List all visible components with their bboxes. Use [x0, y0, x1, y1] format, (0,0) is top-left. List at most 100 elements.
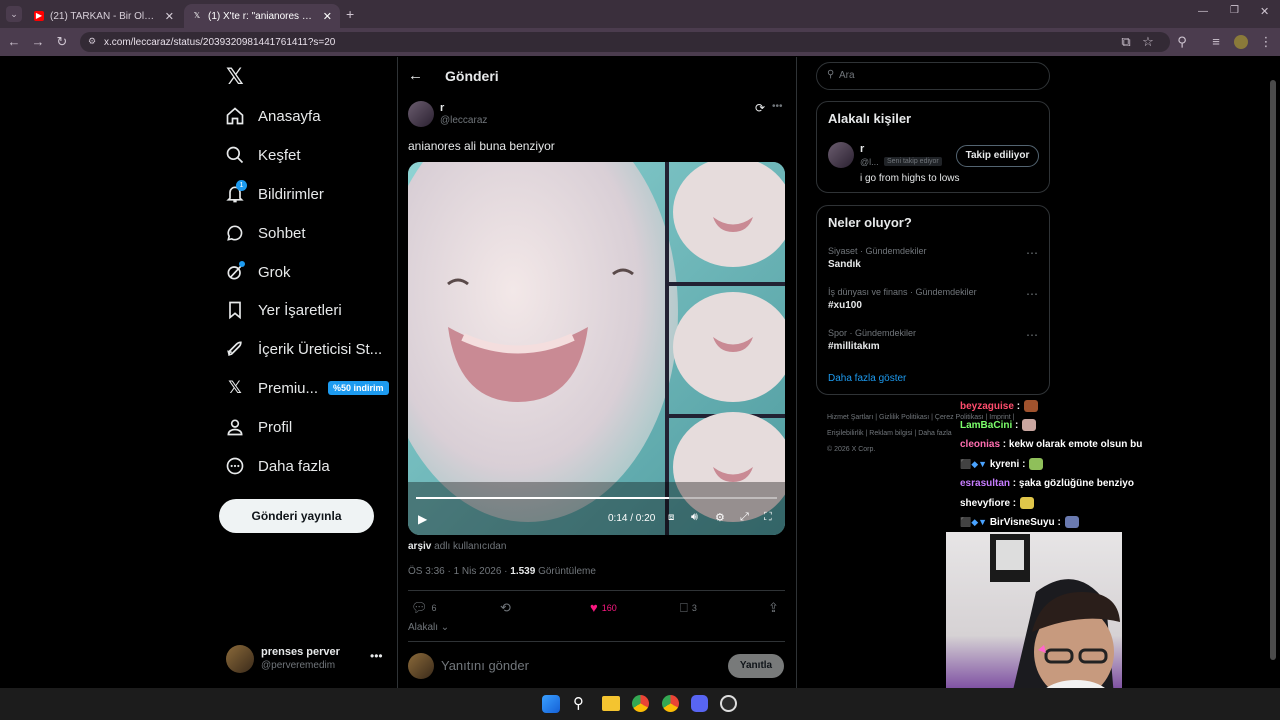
bookmark-star-icon[interactable]: ☆	[1140, 34, 1156, 50]
share-button[interactable]: ⇪	[768, 600, 783, 616]
back-icon[interactable]: ←	[6, 34, 22, 50]
trend-item[interactable]: Spor · Gündemdekiler #millitakım ⋯	[828, 328, 1043, 358]
nav-grok[interactable]: Grok	[224, 256, 291, 288]
post-more-icon[interactable]: •••	[772, 101, 783, 112]
nav-chat[interactable]: Sohbet	[224, 217, 306, 249]
pip-icon[interactable]: ⤢	[740, 511, 749, 524]
extensions-icon[interactable]: ⚲	[1174, 34, 1190, 50]
tab-x[interactable]: 𝕏 (1) X'te r: "anianores ali buna benziy…	[184, 4, 340, 28]
start-icon[interactable]	[542, 695, 560, 713]
menu-icon[interactable]: ⋮	[1258, 34, 1274, 50]
tab-youtube[interactable]: ▶ (21) TARKAN - Bir Oluruz Yolun ✕	[26, 4, 182, 28]
chat-user: esrasultan	[960, 477, 1011, 489]
nav-notifications[interactable]: 1 Bildirimler	[224, 178, 324, 210]
discord-icon[interactable]	[691, 695, 708, 712]
reply-submit-button[interactable]: Yanıtla	[728, 654, 784, 678]
minimize-icon[interactable]: —	[1198, 6, 1208, 17]
author-name[interactable]: r	[440, 102, 444, 114]
account-name: prenses perver	[261, 646, 340, 658]
show-more-link[interactable]: Daha fazla göster	[828, 373, 906, 384]
close-icon[interactable]: ✕	[323, 10, 332, 23]
trend-more-icon[interactable]: ⋯	[1026, 328, 1038, 342]
restore-icon[interactable]: ❐	[1230, 5, 1239, 16]
video-progress-track[interactable]	[416, 497, 777, 499]
obs-icon[interactable]	[720, 695, 737, 712]
following-button[interactable]: Takip ediliyor	[956, 145, 1039, 167]
post-button[interactable]: Gönderi yayınla	[219, 499, 374, 533]
nav-label: Yer İşaretleri	[258, 301, 342, 319]
grok-explain-icon[interactable]: ⟳	[755, 101, 765, 115]
badge-icon: ⬛◆▼	[960, 516, 988, 527]
trend-item[interactable]: İş dünyası ve finans · Gündemdekiler #xu…	[828, 287, 1043, 317]
profile-avatar[interactable]	[1234, 35, 1248, 49]
tab-search-button[interactable]: ⌄	[6, 6, 22, 22]
page-scrollbar[interactable]	[1270, 70, 1278, 670]
volume-icon[interactable]: 🔊︎	[691, 511, 698, 524]
footer-link[interactable]: Erişilebilirlik	[827, 430, 864, 437]
back-arrow-icon[interactable]: ←	[408, 67, 423, 84]
author-handle[interactable]: @leccaraz	[440, 115, 487, 126]
account-switcher[interactable]: prenses perver @perveremedim •••	[226, 643, 386, 675]
reply-count: 6	[431, 603, 437, 613]
like-button[interactable]: ♥ 160	[590, 600, 617, 615]
nav-more[interactable]: Daha fazla	[224, 450, 330, 482]
window-close-icon[interactable]: ✕	[1260, 5, 1269, 18]
nav-home[interactable]: Anasayfa	[224, 100, 321, 132]
play-icon[interactable]: ▶	[418, 512, 427, 526]
chat-message: shevyfiore :	[960, 494, 1035, 512]
media-controls-icon[interactable]: ≡	[1208, 34, 1224, 50]
scrollbar-thumb[interactable]	[1270, 80, 1276, 660]
fullscreen-icon[interactable]: ⛶	[764, 511, 772, 524]
nav-profile[interactable]: Profil	[224, 411, 292, 443]
column-divider	[796, 57, 797, 720]
install-icon[interactable]: ⧉	[1118, 34, 1134, 50]
nav-creator-studio[interactable]: İçerik Üreticisi St...	[224, 333, 382, 365]
more-dots-icon[interactable]: •••	[370, 649, 383, 663]
footer-link[interactable]: Reklam bilgisi	[869, 430, 912, 437]
settings-icon[interactable]: ⚙	[715, 511, 725, 524]
reload-icon[interactable]: ↻	[54, 34, 70, 50]
follows-you-badge: Seni takip ediyor	[884, 157, 942, 166]
captions-icon[interactable]: ⧈	[668, 512, 674, 523]
page-title: Gönderi	[445, 68, 499, 84]
relevance-dropdown[interactable]: Alakalı ⌄	[408, 622, 449, 633]
site-info-icon[interactable]: ⚙	[88, 36, 96, 47]
post-video[interactable]: ▶ 0:14 / 0:20 ⧈ 🔊︎ ⚙ ⤢ ⛶	[408, 162, 785, 535]
taskbar-search-icon[interactable]: ⚲	[573, 694, 584, 712]
reply-button[interactable]: 💬︎ 6	[411, 600, 437, 616]
nav-explore[interactable]: Keşfet	[224, 139, 301, 171]
x-icon: 𝕏	[193, 11, 201, 20]
trend-more-icon[interactable]: ⋯	[1026, 246, 1038, 260]
trend-meta: Spor · Gündemdekiler	[828, 328, 917, 338]
chrome-profile-icon[interactable]	[662, 695, 679, 712]
views-label: Görüntüleme	[538, 566, 596, 577]
related-avatar[interactable]	[828, 142, 854, 168]
video-time: 0:14 / 0:20	[608, 513, 656, 524]
forward-icon[interactable]: →	[30, 34, 46, 50]
related-name[interactable]: r	[860, 143, 864, 155]
emote-icon	[1029, 458, 1044, 470]
x-logo[interactable]: 𝕏	[226, 64, 244, 90]
search-box[interactable]: ⚲ Ara	[816, 62, 1050, 90]
close-icon[interactable]: ✕	[165, 10, 174, 23]
footer-link[interactable]: Daha fazla	[918, 430, 951, 437]
trend-item[interactable]: Siyaset · Gündemdekiler Sandık ⋯	[828, 246, 1043, 276]
chat-text: şaka gözlüğüne benziyo	[1018, 477, 1134, 489]
source-user[interactable]: arşiv	[408, 541, 431, 552]
footer-link[interactable]: Hizmet Şartları	[827, 414, 873, 421]
author-avatar[interactable]	[408, 101, 434, 127]
file-explorer-icon[interactable]	[602, 696, 620, 711]
chrome-icon[interactable]	[632, 695, 649, 712]
nav-premium[interactable]: 𝕏 Premiu... %50 indirim	[224, 372, 389, 404]
nav-bookmarks[interactable]: Yer İşaretleri	[224, 294, 342, 326]
chat-message: esrasultan : şaka gözlüğüne benziyo	[960, 477, 1134, 489]
address-bar[interactable]: ⚙ x.com/leccaraz/status/2039320981441761…	[80, 32, 1170, 52]
footer-link[interactable]: Gizlilik Politikası	[879, 414, 929, 421]
bookmark-button[interactable]: ⎕ 3	[680, 600, 697, 616]
repost-button[interactable]: ⟲	[500, 600, 515, 616]
new-tab-button[interactable]: +	[346, 6, 354, 22]
post-timestamp[interactable]: ÖS 3:36 · 1 Nis 2026 ·	[408, 566, 508, 577]
reply-input[interactable]: Yanıtını gönder	[441, 658, 529, 673]
relevance-label: Alakalı	[408, 622, 439, 633]
trend-more-icon[interactable]: ⋯	[1026, 287, 1038, 301]
